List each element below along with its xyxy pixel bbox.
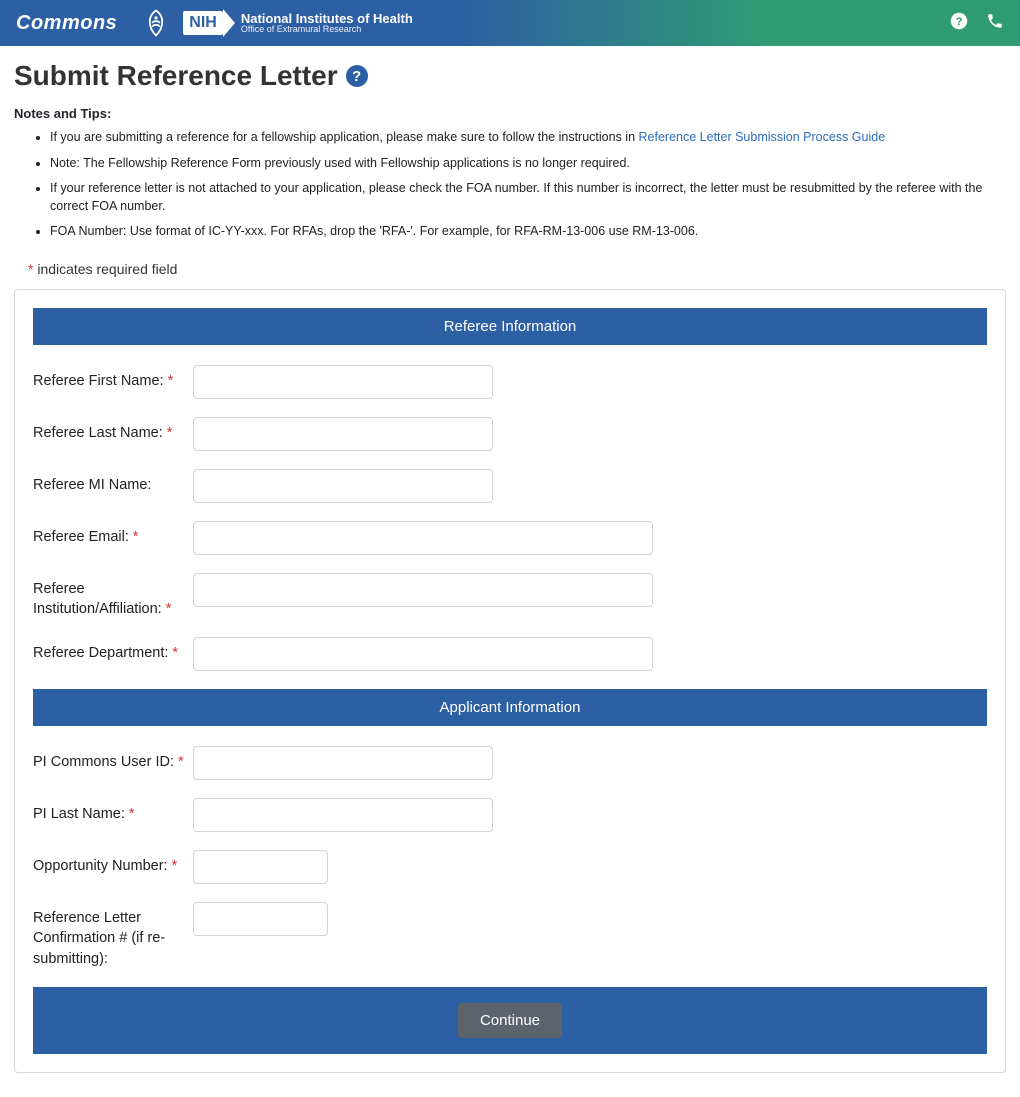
brand-logo: Commons — [16, 12, 117, 35]
referee-institution-input[interactable] — [193, 573, 653, 607]
label-referee-department: Referee Department: * — [33, 637, 193, 663]
continue-button[interactable]: Continue — [458, 1003, 562, 1038]
page-title: Submit Reference Letter — [14, 60, 338, 92]
nih-logo: NIH National Institutes of Health Office… — [183, 9, 412, 37]
label-pi-user-id: PI Commons User ID: * — [33, 746, 193, 772]
svg-text:?: ? — [956, 15, 963, 27]
list-item: FOA Number: Use format of IC-YY-xxx. For… — [50, 223, 1006, 241]
opportunity-number-input[interactable] — [193, 850, 328, 884]
list-item: If your reference letter is not attached… — [50, 180, 1006, 215]
page-help-icon[interactable]: ? — [346, 65, 368, 87]
referee-last-name-input[interactable] — [193, 417, 493, 451]
help-icon[interactable]: ? — [950, 12, 968, 35]
label-referee-last-name: Referee Last Name: * — [33, 417, 193, 443]
label-referee-email: Referee Email: * — [33, 521, 193, 547]
pi-user-id-input[interactable] — [193, 746, 493, 780]
pi-last-name-input[interactable] — [193, 798, 493, 832]
notes-heading: Notes and Tips: — [14, 106, 1006, 121]
label-pi-last-name: PI Last Name: * — [33, 798, 193, 824]
list-item: If you are submitting a reference for a … — [50, 129, 1006, 147]
required-note: * indicates required field — [28, 261, 1006, 277]
referee-first-name-input[interactable] — [193, 365, 493, 399]
form-footer: Continue — [33, 987, 987, 1054]
note-text: If you are submitting a reference for a … — [50, 130, 639, 144]
form-card: Referee Information Referee First Name: … — [14, 289, 1006, 1073]
label-referee-institution: Referee Institution/Affiliation: * — [33, 573, 193, 620]
list-item: Note: The Fellowship Reference Form prev… — [50, 155, 1006, 173]
confirmation-number-input[interactable] — [193, 902, 328, 936]
label-referee-first-name: Referee First Name: * — [33, 365, 193, 391]
top-nav: Commons NIH National Institutes of Healt… — [0, 0, 1020, 46]
referee-department-input[interactable] — [193, 637, 653, 671]
phone-icon[interactable] — [986, 12, 1004, 35]
hhs-icon — [141, 8, 171, 38]
section-header-applicant: Applicant Information — [33, 689, 987, 726]
referee-email-input[interactable] — [193, 521, 653, 555]
referee-mi-input[interactable] — [193, 469, 493, 503]
notes-list: If you are submitting a reference for a … — [14, 129, 1006, 241]
reference-guide-link[interactable]: Reference Letter Submission Process Guid… — [639, 130, 886, 144]
section-header-referee: Referee Information — [33, 308, 987, 345]
label-opportunity-number: Opportunity Number: * — [33, 850, 193, 876]
label-referee-mi: Referee MI Name: — [33, 469, 193, 495]
label-confirmation-number: Reference Letter Confirmation # (if re-s… — [33, 902, 193, 969]
nih-subtitle: Office of Extramural Research — [241, 25, 413, 34]
